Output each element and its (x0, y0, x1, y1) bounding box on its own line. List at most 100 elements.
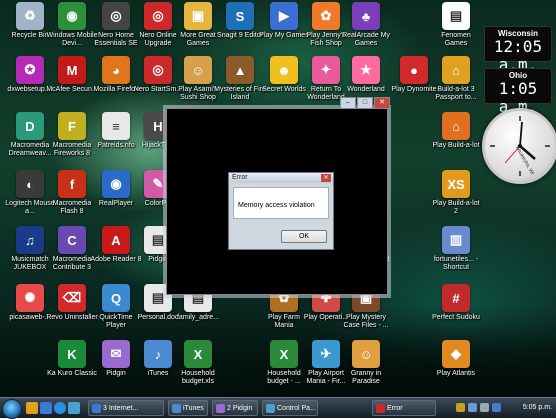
recycle-bin-icon: ♻ (16, 2, 44, 30)
desktop-icon[interactable]: ▥ fortunetiles... - Shortcut (430, 226, 482, 272)
desktop-icon-label: Fenomen Games (441, 32, 471, 47)
picasa-icon: ✺ (16, 284, 44, 312)
error-message: Memory access violation (238, 202, 315, 209)
minimize-button[interactable]: – (340, 97, 356, 109)
taskbar-button-label: iTunes (183, 405, 204, 412)
dialog-body: Memory access violation (233, 187, 329, 219)
taskbar-app-icon (266, 404, 275, 413)
taskbar-button[interactable]: Error (372, 400, 436, 416)
pidgin-icon: ✉ (102, 340, 130, 368)
error-dialog[interactable]: Error ✕ Memory access violation OK (228, 172, 334, 250)
taskbar-button[interactable]: Control Pa... (262, 400, 318, 416)
taskbar-button[interactable]: 3 Internet... (88, 400, 164, 416)
desktop-icon[interactable]: X Household budget.xls (172, 340, 224, 386)
nero-home-icon: ◎ (102, 2, 130, 30)
desktop-icon-label: family_adre... (176, 314, 220, 321)
wonderland-icon: ★ (352, 56, 380, 84)
tray-app-icon[interactable] (492, 403, 501, 412)
taskbar-app-icon (216, 404, 225, 413)
tray-volume-icon[interactable] (480, 403, 489, 412)
buildalot2-icon: XS (442, 170, 470, 198)
desktop-icon[interactable]: ▤ Fenomen Games (430, 2, 482, 48)
tray-warning-icon[interactable] (456, 403, 465, 412)
desktop-icon[interactable]: ◆ Play Atlantis (430, 340, 482, 378)
desktop-icon[interactable]: ⌂ Play Build-a-lot (430, 112, 482, 150)
start-button[interactable] (2, 399, 22, 419)
fireworks-icon: F (58, 112, 86, 140)
desktop-icon[interactable]: # Perfect Sudoku (430, 284, 482, 322)
desktop-icon[interactable]: ☺ Granny in Paradise (340, 340, 392, 386)
fenomen-icon: ▤ (442, 2, 470, 30)
taskbar-app-icon (92, 404, 101, 413)
dynomite-icon: ● (400, 56, 428, 84)
windows-mobile-icon: ◉ (58, 2, 86, 30)
realplayer-icon: ◉ (102, 170, 130, 198)
taskbar-button-label: 2 Pidgin (227, 405, 253, 412)
xls-file-icon: X (184, 340, 212, 368)
switch-windows-icon[interactable] (40, 402, 52, 414)
internet-explorer-icon[interactable] (54, 402, 66, 414)
ok-button[interactable]: OK (281, 230, 327, 243)
airport-mania-icon: ✈ (312, 340, 340, 368)
desktop-icon-label: Wonderland (347, 86, 385, 93)
nero-upgrade-icon: ◎ (144, 2, 172, 30)
revo-icon: ⌫ (58, 284, 86, 312)
taskbar-button-label: Error (387, 405, 403, 412)
fire-island-icon: ▲ (226, 56, 254, 84)
realarcade-icon: ♣ (352, 2, 380, 30)
sudoku-icon: # (442, 284, 470, 312)
atlantis-icon: ◆ (442, 340, 470, 368)
adobe-reader-icon: A (102, 226, 130, 254)
dreamweaver-icon: D (16, 112, 44, 140)
close-button[interactable]: ✕ (374, 97, 390, 109)
return-wonderland-icon: ✦ (312, 56, 340, 84)
musicmatch-icon: ♫ (16, 226, 44, 254)
taskbar-button[interactable]: 2 Pidgin (212, 400, 258, 416)
itunes-icon: ♪ (144, 340, 172, 368)
firefox-icon: ◕ (102, 56, 130, 84)
desktop-icon-label: Play Atlantis (436, 370, 476, 377)
games-folder-icon: ▣ (184, 2, 212, 30)
buildalot3-icon: ⌂ (442, 56, 470, 84)
desktop-icon-label: fortunetiles... - Shortcut (433, 256, 479, 271)
analog-clock-gadget[interactable]: Waukesha, WI (482, 108, 556, 184)
desktop-icon-label: Household budget.xls (181, 370, 215, 385)
granny-icon: ☺ (352, 340, 380, 368)
play-games-icon: ▶ (270, 2, 298, 30)
taskbar: 3 Internet... iTunes 2 Pidgin Control Pa...… (0, 397, 556, 419)
dialog-title: Error (229, 173, 333, 183)
desktop-icon[interactable]: ⌂ Build-a-lot 3 Passport to... (430, 56, 482, 102)
mcafee-icon: M (58, 56, 86, 84)
show-desktop-icon[interactable] (26, 402, 38, 414)
secret-worlds-icon: ☻ (270, 56, 298, 84)
xls-shortcut-icon: X (270, 340, 298, 368)
desktop-icon-label: Granny in Paradise (350, 370, 382, 385)
digital-clock-gadget-ohio[interactable]: Ohio 1:05 a.m. (484, 68, 552, 116)
desktop-icon-label: Perfect Sudoku (432, 314, 480, 321)
maximize-button[interactable]: □ (357, 97, 373, 109)
dialog-close-icon[interactable]: ✕ (321, 174, 331, 182)
desktop-icon-label: RealArcade My Games (342, 32, 390, 47)
quicklaunch-app-icon[interactable] (68, 402, 80, 414)
desktop-icon-label: Play Mystery Case Files - ... (343, 314, 389, 329)
taskbar-button-label: 3 Internet... (103, 405, 139, 412)
taskbar-app-icon (172, 404, 181, 413)
desktop: ♻ Recycle Bin ◉ Windows Mobile Devi... ◎ Nero… (0, 0, 556, 397)
contribute-icon: C (58, 226, 86, 254)
taskbar-button-label: Control Pa... (277, 405, 316, 412)
buildalot-icon: ⌂ (442, 112, 470, 140)
desktop-icon[interactable]: ★ Wonderland (340, 56, 392, 94)
digital-clock-gadget-wisconsin[interactable]: Wisconsin 12:05 a.m. (484, 26, 552, 74)
flash-icon: f (58, 170, 86, 198)
desktop-icon[interactable]: ♣ RealArcade My Games (340, 2, 392, 48)
sushi-shop-icon: ☺ (184, 56, 212, 84)
tray-clock[interactable]: 5:05 p.m. (523, 398, 552, 418)
logitech-icon: ◐ (16, 170, 44, 198)
desktop-icon-label: Play Build-a-lot 2 (432, 200, 480, 215)
tray-network-icon[interactable] (468, 403, 477, 412)
nfo-file-icon: ≡ (102, 112, 130, 140)
desktop-icon-label: Build-a-lot 3 Passport to... (435, 86, 477, 101)
taskbar-app-icon (376, 404, 385, 413)
desktop-icon[interactable]: XS Play Build-a-lot 2 (430, 170, 482, 216)
taskbar-button[interactable]: iTunes (168, 400, 208, 416)
